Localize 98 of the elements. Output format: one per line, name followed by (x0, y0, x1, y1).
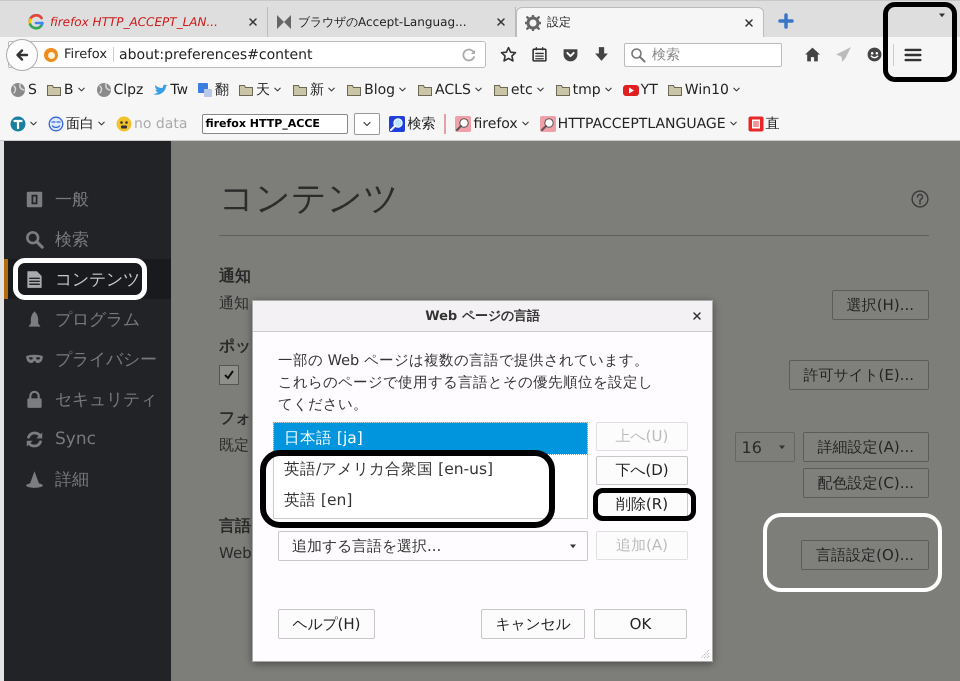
bookmark-label[interactable]: Blog (364, 82, 396, 98)
section-title: 言語 (219, 516, 251, 536)
resize-grip-icon[interactable] (700, 649, 710, 659)
close-icon[interactable] (743, 16, 755, 28)
dialog-button[interactable]: OK (594, 609, 687, 639)
bookmark-label[interactable]: Tw (170, 82, 188, 98)
sidebar-item[interactable]: プログラム (4, 299, 171, 339)
document-icon (25, 270, 44, 288)
toolbar-label[interactable]: firefox (473, 116, 518, 132)
gear-icon (525, 14, 541, 30)
section-text: 既定 (219, 435, 249, 456)
size-select[interactable]: 16 (734, 432, 795, 462)
tab-title: firefox HTTP_ACCEPT_LAN... (50, 15, 219, 29)
order-button[interactable]: 下へ(D) (596, 456, 688, 485)
bookmark-label[interactable]: Win10 (684, 82, 729, 98)
help-icon[interactable] (911, 190, 929, 208)
plus-icon[interactable] (778, 13, 794, 29)
toolbar-label[interactable]: 検索 (407, 114, 436, 132)
toolbar-label[interactable]: 面白 (66, 114, 94, 132)
bookmark-label[interactable]: 天 (256, 80, 270, 98)
search-input[interactable]: firefox HTTP_ACCE (202, 114, 348, 134)
dropdown-button[interactable] (354, 112, 380, 134)
lock-icon (25, 390, 44, 408)
square-icon (748, 116, 764, 132)
section-text: 通知 (219, 293, 249, 314)
bookmark-label[interactable]: S (28, 82, 37, 98)
search-icon (389, 116, 406, 132)
close-icon[interactable] (247, 16, 259, 28)
download-icon[interactable] (593, 46, 610, 63)
section-text: Web (219, 543, 252, 564)
bookmark-label[interactable]: etc (510, 82, 533, 98)
smiley-icon (116, 116, 132, 132)
sidebar-item[interactable]: 詳細 (4, 459, 171, 499)
language-item[interactable]: 英語 [en] (274, 485, 587, 516)
close-icon[interactable] (495, 16, 507, 28)
sync-icon (25, 430, 44, 448)
page-heading: コンテンツ (219, 178, 399, 221)
checkmark-icon (223, 369, 235, 381)
home-icon[interactable] (804, 46, 821, 63)
bird-icon (152, 82, 168, 98)
url-text: about:preferences#content (119, 46, 314, 62)
back-button[interactable] (6, 38, 38, 70)
sidebar-item[interactable]: セキュリティ (4, 379, 171, 419)
browser-tab[interactable]: 設定 (516, 7, 764, 37)
close-icon[interactable] (691, 310, 703, 322)
section-title: 通知 (219, 266, 251, 286)
search-icon (455, 116, 472, 132)
dialog-button[interactable]: ヘルプ(H) (278, 609, 375, 639)
bowtie-icon (276, 14, 292, 30)
wizard-hat-icon (25, 470, 44, 488)
sidebar-item[interactable]: 一般 (4, 179, 171, 219)
back-arrow-icon (14, 46, 30, 62)
search-placeholder: 検索 (652, 46, 680, 64)
bookmark-label[interactable]: tmp (572, 82, 601, 98)
globe-icon (96, 82, 112, 98)
sidebar-item[interactable]: プライバシー (4, 339, 171, 379)
bookmark-label[interactable]: 新 (310, 80, 324, 98)
search-icon (630, 46, 646, 62)
section-title: フォ (219, 408, 251, 428)
search-icon (25, 230, 44, 248)
language-select[interactable]: 追加する言語を選択... (278, 531, 588, 561)
circle-icon (10, 116, 26, 132)
search-field[interactable]: 検索 (624, 42, 782, 66)
dialog-button[interactable]: キャンセル (481, 609, 585, 639)
settings-button[interactable]: 許可サイト(E)... (788, 360, 929, 390)
bookmark-label[interactable]: 翻 (215, 80, 230, 98)
settings-button[interactable]: 配色設定(C)... (802, 468, 929, 498)
settings-button[interactable]: 詳細設定(A)... (802, 432, 929, 462)
tile-icon (197, 82, 214, 98)
face-icon (48, 116, 64, 132)
globe-icon (10, 82, 26, 98)
bookmark-label[interactable]: B (64, 82, 74, 98)
identity-label: Firefox (64, 47, 114, 62)
sidebar-item[interactable]: Sync (4, 419, 171, 459)
search-icon (540, 116, 556, 132)
tab-title: ブラウザのAccept-Languag... (298, 14, 468, 30)
menu-icon[interactable] (904, 46, 922, 64)
sidebar-item[interactable]: 検索 (4, 219, 171, 259)
smiley-icon[interactable] (866, 46, 883, 63)
toolbar-label[interactable]: 直 (766, 114, 780, 132)
bookmark-label[interactable]: ACLS (435, 82, 471, 98)
dialog-title: Web ページの言語 (425, 308, 540, 325)
section-title: ポッ (219, 336, 251, 356)
url-bar[interactable]: Firefox about:preferences#content (8, 41, 486, 68)
pocket-icon[interactable] (562, 46, 579, 63)
star-icon[interactable] (500, 46, 517, 63)
list-icon[interactable] (531, 46, 548, 63)
settings-button[interactable]: 選択(H)... (832, 290, 929, 320)
checkbox[interactable] (219, 365, 239, 385)
tab-title: 設定 (547, 14, 572, 31)
dialog-description: 一部の Web ページは複数の言語で提供されています。これらのページで使用する言語とその優先順位を設定してください。 (278, 352, 654, 415)
settings-button[interactable]: 言語設定(O)... (801, 540, 929, 570)
toolbar-label[interactable]: HTTPACCEPTLANGUAGE (558, 116, 726, 132)
panel-icon (25, 190, 44, 208)
separator-mark (444, 114, 446, 134)
bookmark-label[interactable]: YT (640, 82, 658, 98)
toolbar-label: no data (134, 116, 188, 132)
bookmark-label[interactable]: Clpz (114, 82, 144, 98)
